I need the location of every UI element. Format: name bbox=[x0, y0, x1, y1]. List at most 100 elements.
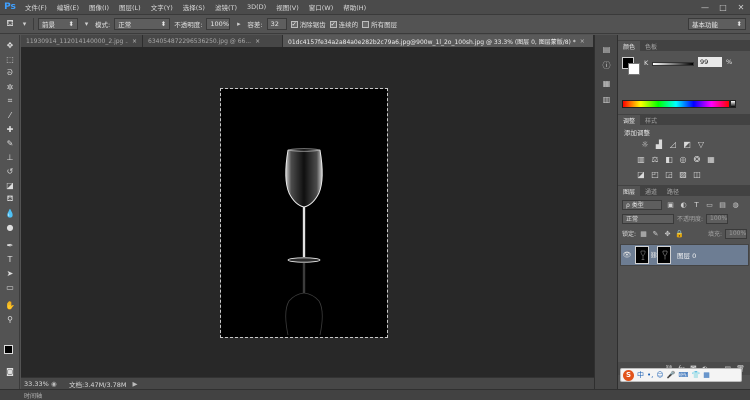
foreground-color-swatch[interactable] bbox=[4, 345, 13, 354]
menu-image[interactable]: 图像(I) bbox=[84, 2, 114, 12]
quick-mask-icon[interactable]: ◙ bbox=[3, 365, 17, 377]
vibrance-icon[interactable]: ▽ bbox=[696, 139, 706, 149]
fill-input[interactable]: 100% bbox=[725, 228, 747, 239]
ime-toolbox-icon[interactable]: ▦ bbox=[703, 371, 710, 379]
canvas-area[interactable] bbox=[21, 47, 594, 377]
document-canvas[interactable] bbox=[220, 88, 388, 338]
close-icon[interactable]: ✕ bbox=[732, 0, 750, 15]
move-tool-icon[interactable]: ✥ bbox=[3, 39, 17, 51]
curves-icon[interactable]: ◿ bbox=[668, 139, 678, 149]
tab-adjustments[interactable]: 调整 bbox=[618, 115, 641, 125]
lock-image-icon[interactable]: ✎ bbox=[651, 229, 660, 238]
dodge-tool-icon[interactable]: ● bbox=[3, 221, 17, 233]
healing-brush-tool-icon[interactable]: ✚ bbox=[3, 123, 17, 135]
close-icon[interactable]: × bbox=[255, 38, 260, 45]
grayscale-ramp[interactable] bbox=[730, 100, 736, 108]
lock-all-icon[interactable]: 🔒 bbox=[675, 229, 684, 238]
blend-mode-select[interactable]: 正常 bbox=[622, 213, 674, 224]
zoom-tool-icon[interactable]: ⚲ bbox=[3, 313, 17, 325]
threshold-icon[interactable]: ◲ bbox=[664, 169, 674, 179]
zoom-level[interactable]: 33.33% bbox=[21, 380, 51, 388]
pattern-picker-icon[interactable]: ▾ bbox=[82, 20, 91, 29]
tolerance-input[interactable]: 32 bbox=[266, 18, 287, 30]
exposure-icon[interactable]: ◩ bbox=[682, 139, 692, 149]
photo-filter-icon[interactable]: ◎ bbox=[678, 154, 688, 164]
mode-select[interactable]: 正常 ⬍ bbox=[114, 18, 171, 30]
magic-wand-tool-icon[interactable]: ✲ bbox=[3, 81, 17, 93]
close-icon[interactable]: × bbox=[132, 38, 137, 45]
invert-icon[interactable]: ◪ bbox=[636, 169, 646, 179]
path-selection-tool-icon[interactable]: ➤ bbox=[3, 267, 17, 279]
filter-type-icon[interactable]: T bbox=[692, 200, 701, 209]
posterize-icon[interactable]: ◰ bbox=[650, 169, 660, 179]
tab-document-1[interactable]: 11930914_112014140000_2.jpg ... × bbox=[21, 35, 143, 47]
opacity-dropdown-icon[interactable]: ▸ bbox=[234, 20, 243, 29]
blur-tool-icon[interactable]: 💧 bbox=[3, 207, 17, 219]
ime-punctuation-icon[interactable]: •, bbox=[647, 371, 653, 379]
filter-toggle-icon[interactable]: ◍ bbox=[731, 200, 740, 209]
tab-channels[interactable]: 通道 bbox=[640, 186, 662, 196]
tab-document-active[interactable]: 01dc4157fe34a2a84a0e282b2c79a6.jpg@900w_… bbox=[283, 35, 594, 47]
filter-smart-object-icon[interactable]: ▤ bbox=[718, 200, 727, 209]
layer-name[interactable]: 图层 0 bbox=[677, 250, 696, 260]
black-white-icon[interactable]: ◧ bbox=[664, 154, 674, 164]
history-icon[interactable]: ▤ bbox=[600, 43, 613, 55]
selective-color-icon[interactable]: ◫ bbox=[692, 169, 702, 179]
hand-tool-icon[interactable]: ✋ bbox=[3, 299, 17, 311]
sogou-logo-icon[interactable]: S bbox=[623, 369, 634, 381]
color-lookup-icon[interactable]: ▦ bbox=[706, 154, 716, 164]
hue-saturation-icon[interactable]: ▥ bbox=[636, 154, 646, 164]
brightness-contrast-icon[interactable]: ☼ bbox=[640, 139, 650, 149]
ime-emoji-icon[interactable]: ☺ bbox=[656, 371, 663, 379]
anti-alias-option[interactable]: ✓ 消除锯齿 bbox=[290, 19, 326, 29]
maximize-icon[interactable]: □ bbox=[714, 0, 732, 15]
fill-source-select[interactable]: 前景 ⬍ bbox=[38, 18, 78, 30]
k-channel-input[interactable]: 99 bbox=[698, 57, 722, 67]
rectangle-tool-icon[interactable]: ▭ bbox=[3, 281, 17, 293]
layer-mask-thumbnail[interactable] bbox=[657, 246, 671, 264]
ime-chinese-mode[interactable]: 中 bbox=[637, 370, 644, 380]
tab-swatches[interactable]: 色板 bbox=[640, 41, 662, 51]
lock-position-icon[interactable]: ✥ bbox=[663, 229, 672, 238]
filter-pixel-icon[interactable]: ▣ bbox=[666, 200, 675, 209]
opacity-input[interactable]: 100% bbox=[206, 18, 231, 30]
link-icon[interactable]: ⛓ bbox=[650, 252, 658, 259]
layer-filter-kind-select[interactable]: ρ 类型 bbox=[622, 199, 662, 210]
ime-skin-icon[interactable]: 👕 bbox=[692, 371, 701, 379]
levels-icon[interactable]: ▟ bbox=[654, 139, 664, 149]
lasso-tool-icon[interactable]: ᘐ bbox=[3, 67, 17, 79]
layer-row-selected[interactable]: 👁 ⛓ 图层 0 bbox=[620, 244, 749, 266]
info-icon[interactable]: ◉ bbox=[51, 380, 61, 388]
background-color-swatch[interactable] bbox=[628, 63, 640, 75]
paint-bucket-tool-icon[interactable]: ⛾ bbox=[3, 193, 17, 205]
clone-stamp-tool-icon[interactable]: ⊥ bbox=[3, 151, 17, 163]
menu-type[interactable]: 文字(Y) bbox=[146, 2, 178, 12]
menu-window[interactable]: 窗口(W) bbox=[304, 2, 339, 12]
color-spectrum-bar[interactable] bbox=[622, 100, 730, 108]
tab-styles[interactable]: 样式 bbox=[640, 115, 662, 125]
eyedropper-tool-icon[interactable]: ⁄ bbox=[3, 109, 17, 121]
ime-keyboard-icon[interactable]: ⌨ bbox=[678, 371, 688, 379]
filter-adjustment-icon[interactable]: ◐ bbox=[679, 200, 688, 209]
menu-file[interactable]: 文件(F) bbox=[20, 2, 52, 12]
timeline-label[interactable]: 时间轴 bbox=[24, 391, 42, 400]
close-icon[interactable]: × bbox=[580, 38, 585, 45]
filter-shape-icon[interactable]: ▭ bbox=[705, 200, 714, 209]
lock-transparent-icon[interactable]: ▦ bbox=[639, 229, 648, 238]
tab-layers[interactable]: 图层 bbox=[618, 186, 641, 196]
layer-opacity-input[interactable]: 100% bbox=[706, 213, 729, 224]
brush-tool-icon[interactable]: ✎ bbox=[3, 137, 17, 149]
minimize-icon[interactable]: — bbox=[696, 0, 714, 15]
menu-filter[interactable]: 滤镜(T) bbox=[210, 2, 242, 12]
ime-voice-icon[interactable]: 🎤 bbox=[667, 371, 676, 379]
tab-paths[interactable]: 路径 bbox=[662, 186, 684, 196]
character-icon[interactable]: ▥ bbox=[600, 93, 613, 105]
history-brush-tool-icon[interactable]: ↺ bbox=[3, 165, 17, 177]
tab-document-2[interactable]: 6340548722965362​50.jpg @ 66... × bbox=[143, 35, 283, 47]
contiguous-option[interactable]: ✓ 连续的 bbox=[329, 19, 358, 29]
menu-layer[interactable]: 图层(L) bbox=[114, 2, 146, 12]
menu-select[interactable]: 选择(S) bbox=[178, 2, 210, 12]
eye-icon[interactable]: 👁 bbox=[621, 251, 633, 259]
menu-3d[interactable]: 3D(D) bbox=[242, 3, 271, 11]
all-layers-option[interactable]: 所有图层 bbox=[362, 19, 397, 29]
